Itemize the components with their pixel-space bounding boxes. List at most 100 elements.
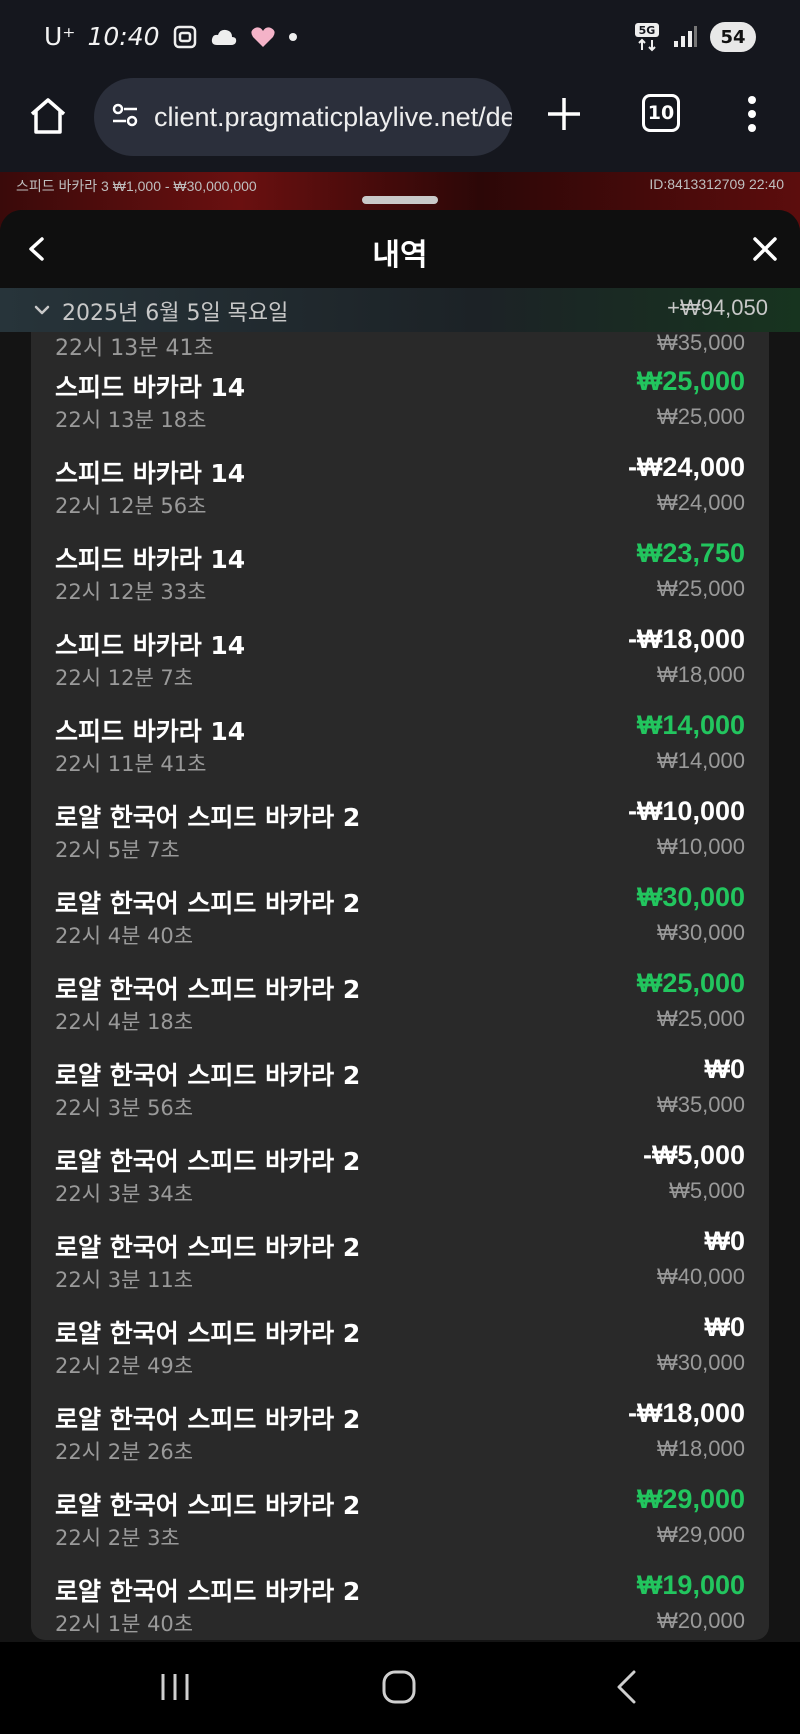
clock: 10:40 (87, 22, 160, 51)
row-time: 22시 2분 3초 (55, 1526, 180, 1550)
row-result-amount: ₩29,000 (636, 1484, 745, 1514)
date-group-header[interactable]: 2025년 6월 5일 목요일 +₩94,050 (0, 288, 800, 332)
date-label: 2025년 6월 5일 목요일 (62, 301, 289, 326)
network-5g-icon: 5G (634, 22, 660, 52)
table-row[interactable]: 로얄 한국어 스피드 바카라 2 22시 3분 11초 ₩0 ₩40,000 (31, 1212, 769, 1298)
row-game-name: 스피드 바카라 14 (55, 459, 246, 488)
row-bet: ₩35,000 (656, 1092, 745, 1117)
row-game-name: 스피드 바카라 14 (55, 631, 246, 660)
home-icon[interactable] (26, 94, 70, 138)
table-row[interactable]: 로얄 한국어 스피드 바카라 2 22시 3분 34초 -₩5,000 ₩5,000 (31, 1126, 769, 1212)
row-bet: ₩18,000 (656, 1436, 745, 1461)
plus-icon[interactable] (542, 92, 586, 136)
carrier-label: U⁺ (44, 22, 76, 51)
row-time: 22시 4분 18초 (55, 1010, 194, 1034)
table-row[interactable]: 스피드 바카라 14 22시 12분 33초 ₩23,750 ₩25,000 (31, 524, 769, 610)
row-time: 22시 3분 11초 (55, 1268, 194, 1292)
row-game-name: 스피드 바카라 14 (55, 717, 246, 746)
row-result-amount: -₩5,000 (642, 1140, 745, 1170)
row-result-amount: -₩24,000 (627, 452, 745, 482)
heart-icon (250, 26, 276, 48)
history-sheet: 내역 2025년 6월 5일 목요일 +₩94,050 22시 13분 41초 … (0, 210, 800, 1642)
table-row[interactable]: 로얄 한국어 스피드 바카라 2 22시 2분 26초 -₩18,000 ₩18,00… (31, 1384, 769, 1470)
system-back-icon[interactable] (608, 1668, 646, 1706)
row-game-name: 로얄 한국어 스피드 바카라 2 (55, 975, 361, 1004)
signal-icon (672, 25, 698, 49)
row-game-name: 로얄 한국어 스피드 바카라 2 (55, 1147, 361, 1176)
tab-switcher-button[interactable]: 10 (642, 94, 680, 132)
system-home-icon[interactable] (380, 1668, 418, 1706)
table-row[interactable]: 로얄 한국어 스피드 바카라 2 22시 4분 40초 ₩30,000 ₩30,000 (31, 868, 769, 954)
table-row[interactable]: 스피드 바카라 14 22시 12분 56초 -₩24,000 ₩24,000 (31, 438, 769, 524)
row-game-name: 로얄 한국어 스피드 바카라 2 (55, 1577, 361, 1606)
screenshot-icon (172, 24, 198, 50)
recent-apps-icon[interactable] (158, 1670, 192, 1704)
sheet-header: 내역 (0, 210, 800, 288)
row-bet: ₩24,000 (656, 490, 745, 515)
row-time: 22시 4분 40초 (55, 924, 194, 948)
row-game-name: 스피드 바카라 14 (55, 373, 246, 402)
row-bet: ₩25,000 (656, 1006, 745, 1031)
history-list: 22시 13분 41초 ₩35,000 스피드 바카라 14 22시 13분 18… (31, 310, 769, 1640)
table-row[interactable]: 스피드 바카라 14 22시 11분 41초 ₩14,000 ₩14,000 (31, 696, 769, 782)
table-row[interactable]: 로얄 한국어 스피드 바카라 2 22시 5분 7초 -₩10,000 ₩10,000 (31, 782, 769, 868)
cloud-icon (210, 27, 238, 47)
row-time: 22시 1분 40초 (55, 1612, 194, 1636)
table-info: 스피드 바카라 3 ₩1,000 - ₩30,000,000 (16, 178, 257, 194)
row-bet: ₩20,000 (656, 1608, 745, 1633)
row-game-name: 로얄 한국어 스피드 바카라 2 (55, 1405, 361, 1434)
svg-text:5G: 5G (639, 24, 656, 37)
notification-dot-icon (288, 32, 298, 42)
row-result-amount: ₩30,000 (636, 882, 745, 912)
table-row[interactable]: 로얄 한국어 스피드 바카라 2 22시 2분 49초 ₩0 ₩30,000 (31, 1298, 769, 1384)
row-time: 22시 2분 49초 (55, 1354, 194, 1378)
table-row[interactable]: 스피드 바카라 14 22시 13분 18초 ₩25,000 ₩25,000 (31, 352, 769, 438)
row-bet: ₩5,000 (669, 1178, 745, 1203)
row-time: 22시 3분 34초 (55, 1182, 194, 1206)
date-total: +₩94,050 (667, 295, 768, 320)
table-row[interactable]: 로얄 한국어 스피드 바카라 2 22시 3분 56초 ₩0 ₩35,000 (31, 1040, 769, 1126)
system-nav-bar (0, 1642, 800, 1734)
table-row[interactable]: 로얄 한국어 스피드 바카라 2 22시 2분 3초 ₩29,000 ₩29,000 (31, 1470, 769, 1556)
more-vert-icon[interactable] (744, 94, 760, 134)
row-result-amount: ₩0 (704, 1312, 746, 1342)
row-result-amount: ₩23,750 (636, 538, 745, 568)
row-result-amount: ₩19,000 (636, 1570, 745, 1600)
row-result-amount: -₩10,000 (627, 796, 745, 826)
row-result-amount: ₩25,000 (636, 366, 745, 396)
row-time: 22시 5분 7초 (55, 838, 180, 862)
row-game-name: 로얄 한국어 스피드 바카라 2 (55, 803, 361, 832)
sheet-drag-handle[interactable] (362, 196, 438, 204)
row-game-name: 로얄 한국어 스피드 바카라 2 (55, 1319, 361, 1348)
table-row[interactable]: 로얄 한국어 스피드 바카라 2 22시 4분 18초 ₩25,000 ₩25,000 (31, 954, 769, 1040)
row-bet: ₩29,000 (656, 1522, 745, 1547)
row-result-amount: -₩18,000 (627, 1398, 745, 1428)
row-time: 22시 2분 26초 (55, 1440, 194, 1464)
row-bet: ₩30,000 (656, 920, 745, 945)
row-result-amount: ₩0 (704, 1054, 746, 1084)
row-bet: ₩30,000 (656, 1350, 745, 1375)
url-text: client.pragmaticplaylive.net/de (154, 101, 512, 132)
round-id-time: ID:8413312709 22:40 (649, 176, 784, 192)
row-result-amount: ₩14,000 (636, 710, 745, 740)
close-icon[interactable] (748, 232, 782, 266)
row-bet: ₩25,000 (656, 404, 745, 429)
tune-icon[interactable] (110, 100, 140, 134)
row-result-amount: -₩18,000 (627, 624, 745, 654)
row-time: 22시 3분 56초 (55, 1096, 194, 1120)
row-game-name: 로얄 한국어 스피드 바카라 2 (55, 1491, 361, 1520)
row-game-name: 로얄 한국어 스피드 바카라 2 (55, 889, 361, 918)
address-bar[interactable]: client.pragmaticplaylive.net/de (94, 78, 512, 156)
row-bet: ₩10,000 (656, 834, 745, 859)
row-result-amount: ₩25,000 (636, 968, 745, 998)
row-time: 22시 12분 56초 (55, 494, 207, 518)
table-row[interactable]: 스피드 바카라 14 22시 12분 7초 -₩18,000 ₩18,000 (31, 610, 769, 696)
row-time: 22시 11분 41초 (55, 752, 207, 776)
row-bet: ₩14,000 (656, 748, 745, 773)
table-row[interactable]: 로얄 한국어 스피드 바카라 2 22시 1분 40초 ₩19,000 ₩20,000 (31, 1556, 769, 1640)
row-game-name: 스피드 바카라 14 (55, 545, 246, 574)
row-game-name: 로얄 한국어 스피드 바카라 2 (55, 1061, 361, 1090)
row-time: 22시 12분 7초 (55, 666, 194, 690)
row-bet: ₩25,000 (656, 576, 745, 601)
browser-toolbar: client.pragmaticplaylive.net/de 10 (0, 78, 800, 172)
